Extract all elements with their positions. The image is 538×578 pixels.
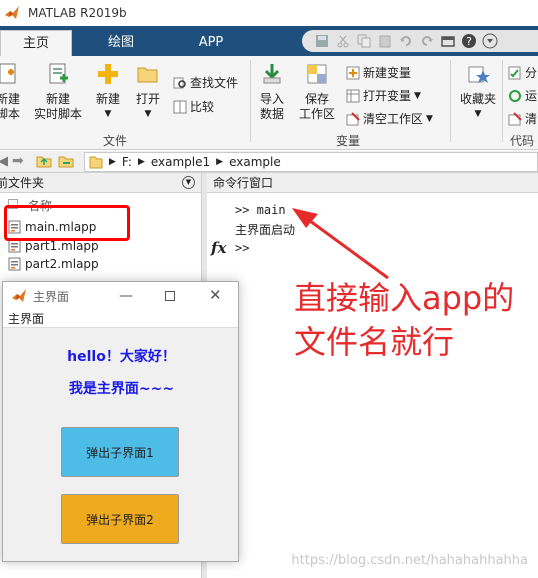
annotation-text: 直接输入app的 文件名就行 (294, 276, 514, 364)
annotation-line-1: 直接输入app的 (294, 279, 515, 317)
app-menubar: 主界面 (3, 310, 238, 328)
app-window-titlebar: 主界面 — ✕ (3, 282, 238, 310)
app-window-title: 主界面 (33, 289, 70, 304)
watermark: https://blog.csdn.net/hahahahhahha (291, 553, 528, 568)
app-window: 主界面 — ✕ 主界面 hello！大家好！ 我是主界面~~~ 弹出子界面1 弹… (2, 281, 239, 562)
annotation-line-2: 文件名就行 (294, 323, 455, 361)
open-subwindow-2-button[interactable]: 弹出子界面2 (61, 494, 179, 544)
minimize-icon[interactable]: — (119, 288, 133, 304)
matlab-logo-icon (12, 289, 26, 302)
menu-item-main[interactable]: 主界面 (8, 312, 44, 326)
close-icon[interactable]: ✕ (209, 286, 222, 304)
maximize-icon[interactable] (165, 291, 175, 301)
main-heading: 我是主界面~~~ (68, 381, 175, 397)
greeting-heading: hello！大家好！ (67, 349, 176, 365)
open-subwindow-1-button[interactable]: 弹出子界面1 (61, 427, 179, 477)
